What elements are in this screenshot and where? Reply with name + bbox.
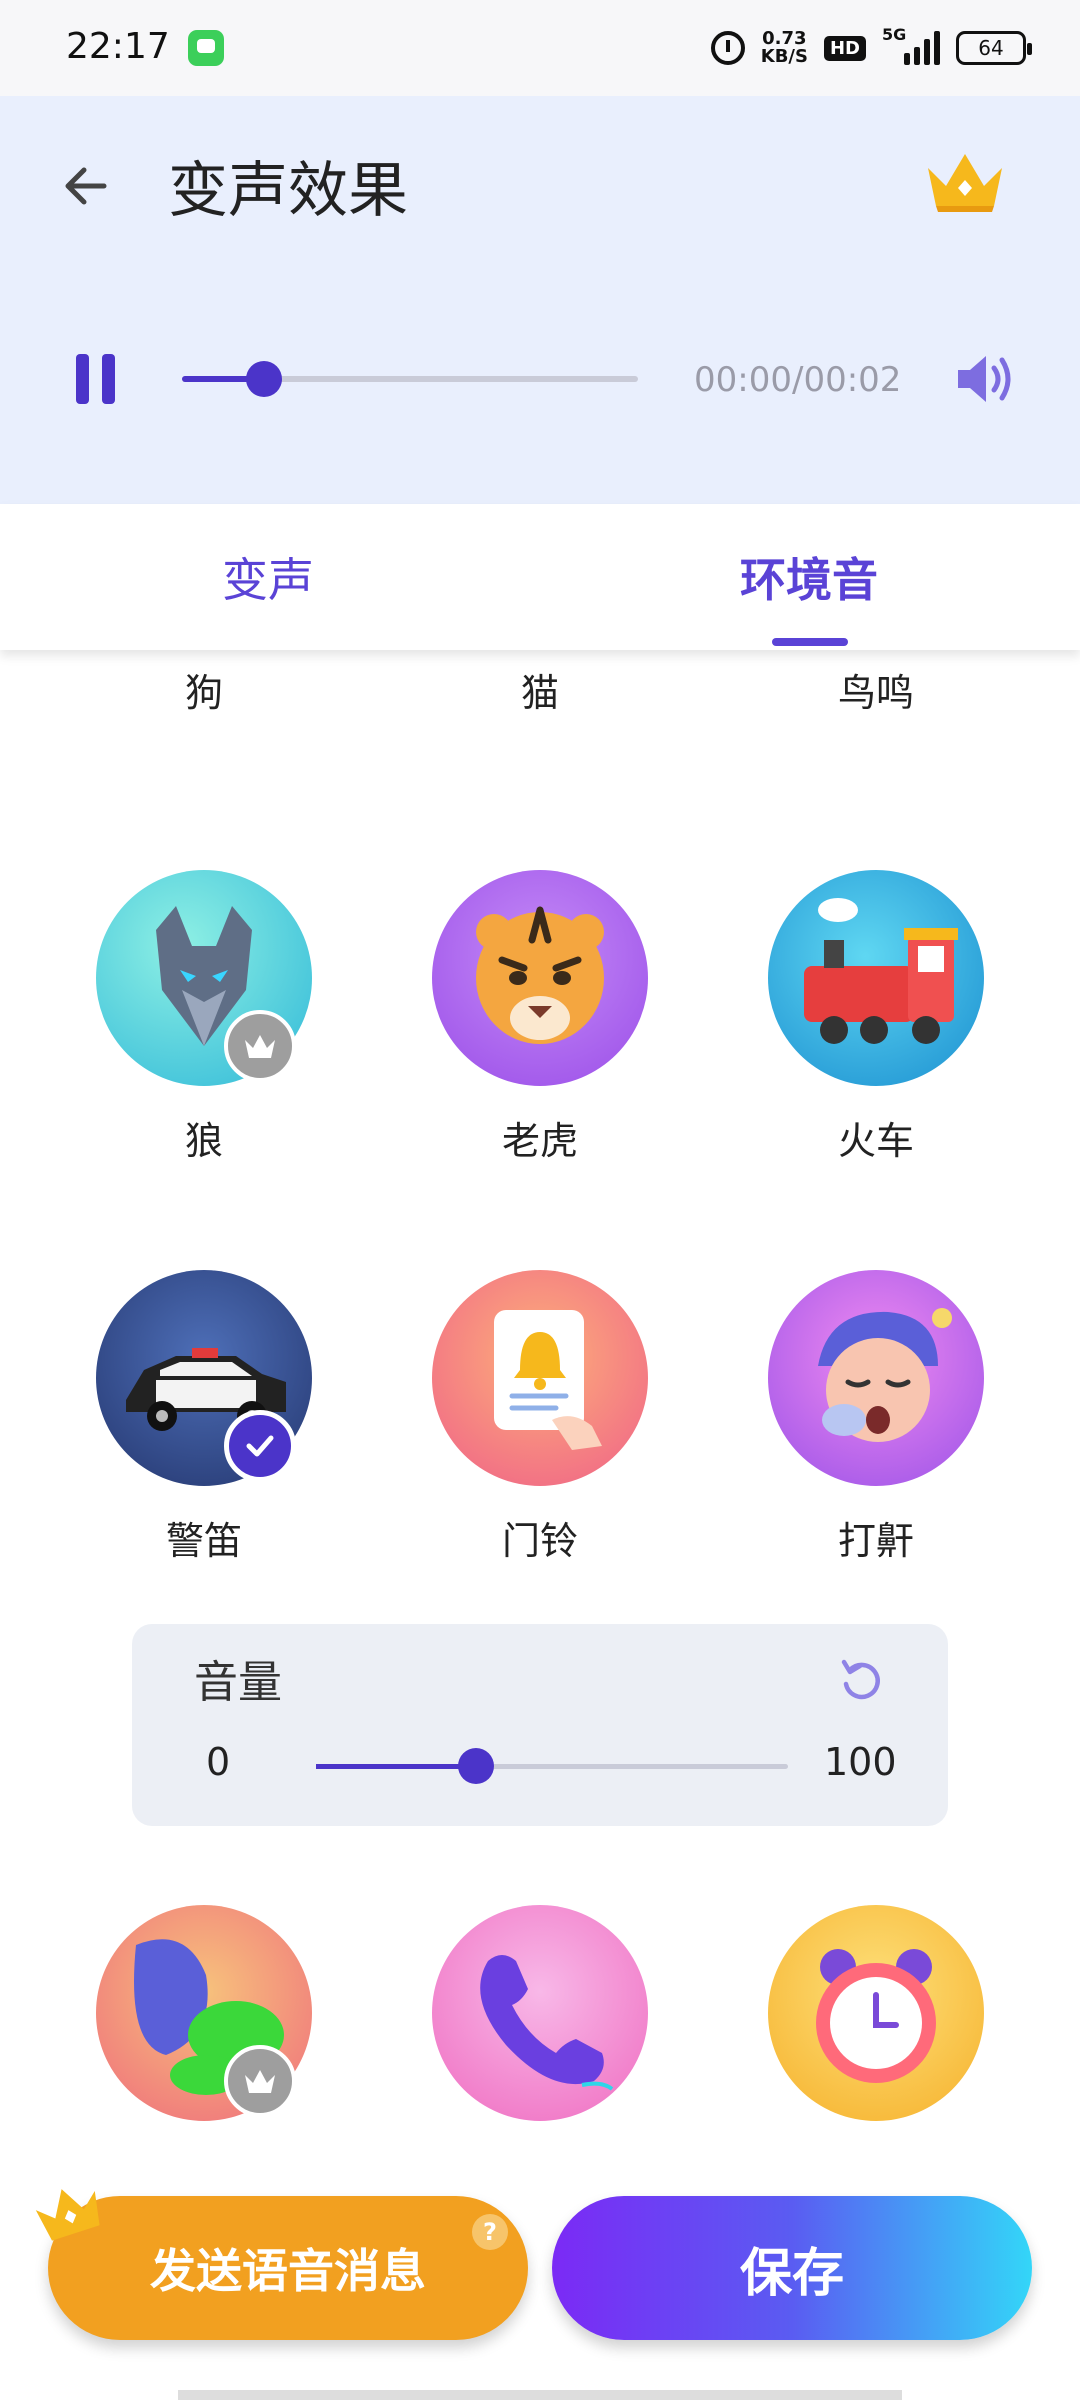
effect-item-snore[interactable]: 打鼾 <box>726 1270 1026 1570</box>
tab-voice-change[interactable]: 变声 <box>222 544 314 610</box>
snore-icon <box>768 1270 984 1486</box>
effect-item-fart[interactable] <box>54 1905 354 2135</box>
reset-icon[interactable] <box>836 1654 886 1704</box>
effect-item-tiger[interactable]: 老虎 <box>390 870 690 1170</box>
page-title: 变声效果 <box>168 156 408 226</box>
effect-label: 猫 <box>520 671 559 715</box>
effect-item-cat[interactable]: 猫 <box>390 650 690 730</box>
header: 变声效果 00:00/00:02 <box>0 96 1080 504</box>
speaker-icon[interactable] <box>950 346 1016 412</box>
effect-label: 火车 <box>837 1119 914 1163</box>
effect-label: 门铃 <box>501 1519 578 1563</box>
status-bar: 22:17 0.73 KB/S HD 5G 64 <box>0 0 1080 96</box>
effect-label: 打鼾 <box>837 1519 914 1563</box>
status-indicators: 0.73 KB/S HD 5G 64 <box>710 24 1032 72</box>
volume-slider-fill <box>316 1764 477 1769</box>
volume-slider[interactable] <box>316 1748 788 1784</box>
network-speed-unit: KB/S <box>760 46 808 67</box>
effect-item-police-siren[interactable]: 警笛 <box>54 1270 354 1570</box>
pause-button[interactable] <box>72 354 120 410</box>
playback-progress-thumb[interactable] <box>246 361 283 397</box>
effect-item-doorbell[interactable]: 门铃 <box>390 1270 690 1570</box>
tab-bar: 变声 环境音 <box>0 504 1080 650</box>
volume-title: 音量 <box>194 1657 282 1708</box>
vip-crown-badge-icon <box>224 2045 296 2117</box>
effect-item-dog[interactable]: 狗 <box>54 650 354 730</box>
effect-item-wolf[interactable]: 狼 <box>54 870 354 1170</box>
tiger-icon <box>432 870 648 1086</box>
effect-label: 警笛 <box>165 1519 242 1563</box>
tab-ambient-sound[interactable]: 环境音 <box>740 544 878 610</box>
effect-label: 鸟鸣 <box>837 671 914 715</box>
selected-check-icon <box>224 1410 296 1482</box>
effect-item-train[interactable]: 火车 <box>726 870 1026 1170</box>
battery-icon: 64 <box>956 31 1032 65</box>
vip-crown-badge-icon <box>224 1010 296 1082</box>
help-icon[interactable]: ? <box>472 2214 508 2250</box>
playback-time: 00:00/00:02 <box>694 360 902 400</box>
send-voice-message-label: 发送语音消息 <box>150 2244 426 2298</box>
volume-panel: 音量 0 100 <box>132 1624 948 1826</box>
effects-grid: 狗 猫 鸟鸣 狼 老虎 火车 警笛 门铃 打鼾 <box>0 650 1080 2200</box>
effect-item-bird[interactable]: 鸟鸣 <box>726 650 1026 730</box>
message-notification-icon <box>188 30 224 66</box>
effect-item-alarm-clock[interactable] <box>726 1905 1026 2135</box>
send-voice-message-button[interactable]: 发送语音消息 ? <box>48 2196 528 2340</box>
save-button[interactable]: 保存 <box>552 2196 1032 2340</box>
signal-icon: 5G <box>882 25 940 65</box>
effect-label: 狼 <box>184 1119 223 1163</box>
volume-slider-thumb[interactable] <box>458 1748 495 1784</box>
active-tab-indicator <box>772 638 848 646</box>
navigation-gesture-bar <box>178 2390 902 2400</box>
doorbell-icon <box>432 1270 648 1486</box>
hd-badge: HD <box>823 35 866 61</box>
volume-min: 0 <box>206 1740 231 1784</box>
effect-label: 狗 <box>184 671 223 715</box>
vip-crown-icon[interactable] <box>920 146 1010 216</box>
phone-icon <box>432 1905 648 2121</box>
train-icon <box>768 870 984 1086</box>
status-time: 22:17 <box>66 26 170 67</box>
playback-progress-bar[interactable] <box>182 361 638 397</box>
effect-label: 老虎 <box>501 1119 578 1163</box>
network-speed: 0.73 KB/S <box>761 30 808 66</box>
battery-level: 64 <box>978 36 1004 60</box>
back-arrow-icon[interactable] <box>56 156 116 216</box>
alarm-icon <box>710 31 745 65</box>
volume-max: 100 <box>824 1740 897 1784</box>
network-type: 5G <box>882 25 907 44</box>
alarm-clock-icon <box>768 1905 984 2121</box>
save-label: 保存 <box>739 2243 844 2304</box>
effect-item-phone[interactable] <box>390 1905 690 2135</box>
